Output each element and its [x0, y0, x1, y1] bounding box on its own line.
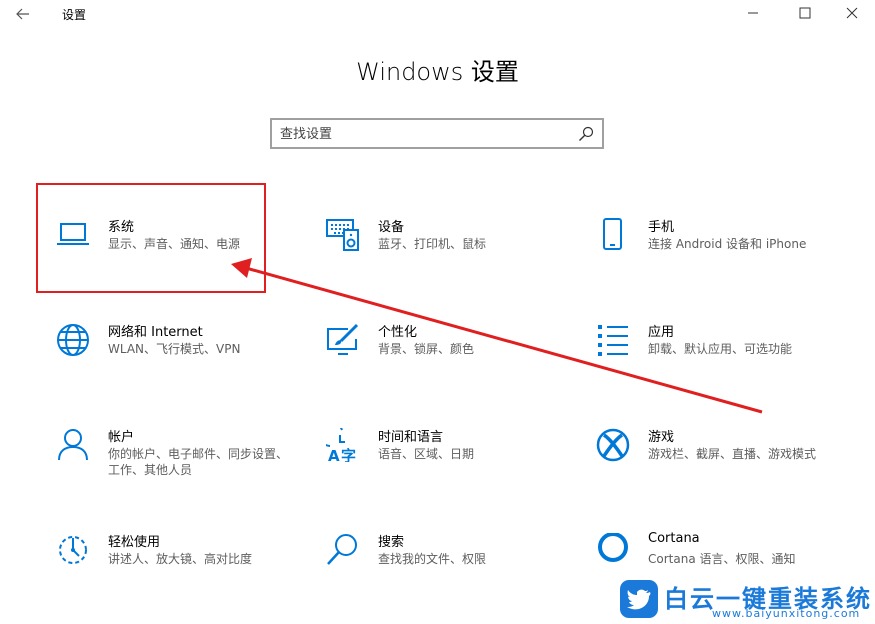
tile-description: 讲述人、放大镜、高对比度	[108, 552, 253, 566]
time-language-icon: A 字	[317, 421, 360, 465]
tile-description: 查找我的文件、权限	[378, 552, 487, 566]
tile-apps[interactable]: 应用 卸载、默认应用、可选功能	[596, 323, 836, 403]
search-input[interactable]	[280, 124, 570, 144]
person-icon	[56, 428, 90, 462]
tile-description: 语音、区域、日期	[378, 447, 475, 461]
twitter-bird-icon	[620, 580, 658, 618]
search-icon	[326, 533, 360, 567]
tile-title: 个性化	[378, 325, 418, 340]
tile-description: 游戏栏、截屏、直播、游戏模式	[648, 447, 817, 461]
globe-icon	[56, 323, 90, 357]
cortana-icon	[596, 532, 630, 567]
minimize-button[interactable]	[738, 2, 768, 24]
apps-list-icon	[596, 323, 630, 357]
tile-description: 蓝牙、打印机、鼠标	[378, 237, 487, 251]
tile-ease-of-access[interactable]: 轻松使用 讲述人、放大镜、高对比度	[56, 533, 296, 613]
watermark: 白云一键重装系统 www.baiyunxitong.com	[620, 578, 870, 622]
tile-personalization[interactable]: 个性化 背景、锁屏、颜色	[326, 323, 566, 403]
tile-time-language[interactable]: A 字 时间和语言 语音、区域、日期	[317, 421, 566, 508]
close-button[interactable]	[837, 2, 867, 24]
tile-title: 时间和语言	[378, 430, 444, 445]
tile-devices[interactable]: 设备 蓝牙、打印机、鼠标	[326, 218, 566, 298]
tile-accounts[interactable]: 帐户 你的帐户、电子邮件、同步设置、工作、其他人员	[56, 428, 296, 508]
phone-icon	[596, 218, 630, 252]
tile-gaming[interactable]: 游戏 游戏栏、截屏、直播、游戏模式	[596, 428, 836, 508]
tile-phone[interactable]: 手机 连接 Android 设备和 iPhone	[596, 218, 836, 298]
tile-network[interactable]: 网络和 Internet WLAN、飞行模式、VPN	[56, 323, 296, 403]
tile-description: 你的帐户、电子邮件、同步设置、工作、其他人员	[108, 447, 289, 477]
maximize-button[interactable]	[790, 2, 820, 24]
tile-description: 背景、锁屏、颜色	[378, 342, 475, 356]
annotation-highlight-box	[36, 183, 266, 293]
tile-description: 卸载、默认应用、可选功能	[648, 342, 793, 356]
close-icon	[846, 7, 858, 19]
tile-title: Cortana	[648, 531, 700, 546]
search-box[interactable]	[270, 118, 604, 149]
tile-title: 轻松使用	[108, 535, 161, 550]
window-title: 设置	[62, 8, 87, 22]
back-button[interactable]	[12, 4, 34, 24]
svg-text:A: A	[328, 447, 340, 462]
tile-title: 游戏	[648, 430, 675, 445]
tile-title: 设备	[378, 220, 405, 235]
tile-description: WLAN、飞行模式、VPN	[108, 342, 241, 356]
back-arrow-icon	[16, 8, 29, 20]
page-title: Windows 设置	[356, 58, 519, 86]
tile-title: 搜索	[378, 535, 405, 550]
devices-icon	[326, 218, 360, 252]
tile-title: 网络和 Internet	[108, 325, 203, 340]
xbox-icon	[596, 428, 630, 462]
tile-search[interactable]: 搜索 查找我的文件、权限	[326, 533, 566, 613]
tile-title: 帐户	[108, 430, 135, 445]
tile-description: 连接 Android 设备和 iPhone	[648, 237, 807, 251]
search-icon[interactable]	[578, 126, 594, 142]
tile-description: Cortana 语言、权限、通知	[648, 552, 796, 566]
watermark-url: www.baiyunxitong.com	[712, 607, 861, 620]
tile-title: 手机	[648, 220, 675, 235]
maximize-icon	[799, 7, 811, 19]
ease-of-access-icon	[56, 533, 90, 567]
svg-text:字: 字	[341, 447, 356, 462]
title-bar: 设置	[0, 0, 875, 28]
minimize-icon	[748, 12, 758, 14]
tile-title: 应用	[648, 325, 675, 340]
paint-icon	[326, 323, 360, 357]
